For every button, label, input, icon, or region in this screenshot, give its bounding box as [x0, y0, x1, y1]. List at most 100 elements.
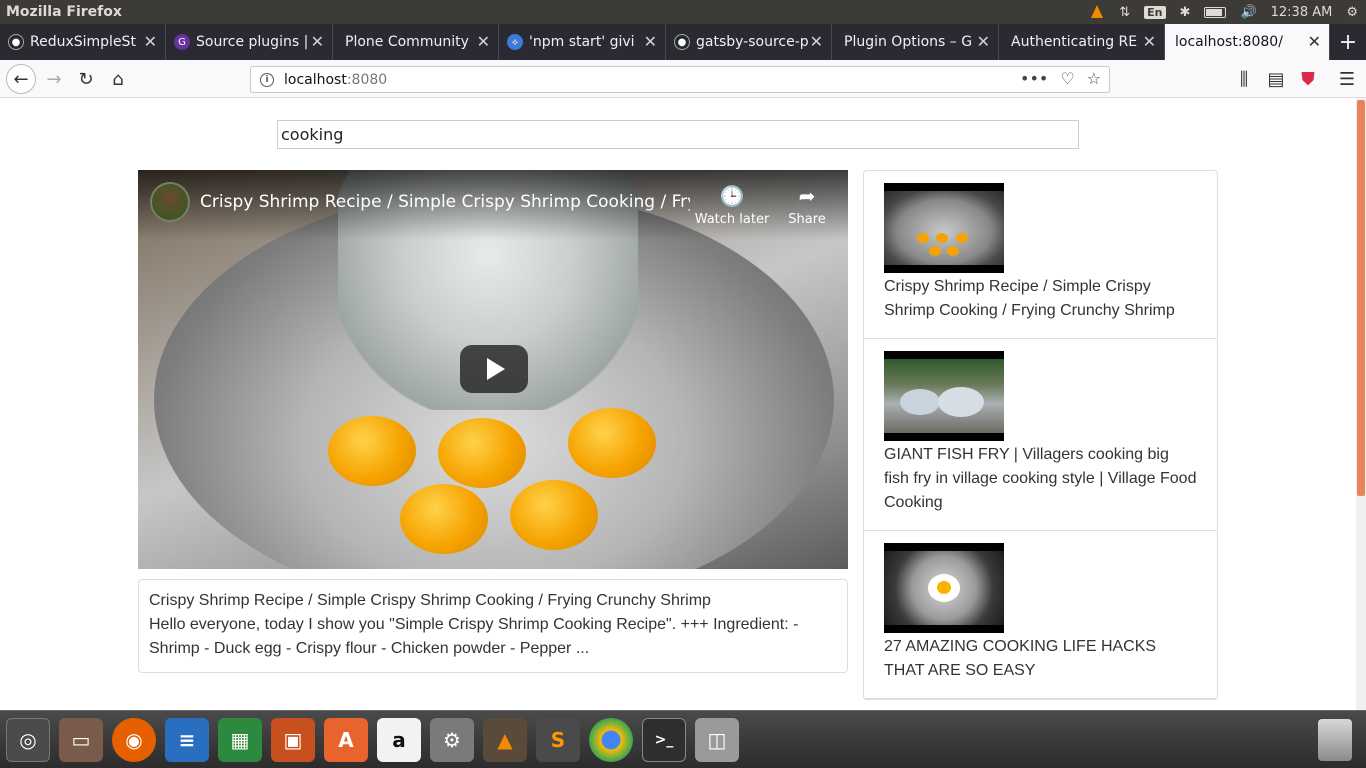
thumbnail-yolk [937, 581, 951, 594]
chrome-icon[interactable] [589, 718, 633, 762]
firefox-icon[interactable]: ◉ [112, 718, 156, 762]
files-icon[interactable]: ▭ [59, 718, 103, 762]
writer-icon[interactable]: ≡ [165, 718, 209, 762]
disk-icon[interactable]: ◫ [695, 718, 739, 762]
video-frame-yolk [328, 416, 416, 486]
url-port: :8080 [346, 71, 388, 88]
video-thumbnail[interactable] [884, 351, 1004, 441]
tab-label: Plugin Options – G [844, 34, 973, 50]
globe-icon: ⟡ [507, 34, 523, 50]
bookmark-star-icon[interactable]: ☆ [1087, 69, 1101, 88]
bluetooth-icon[interactable]: ✱ [1180, 5, 1191, 20]
reload-button[interactable]: ↻ [72, 65, 100, 93]
clock[interactable]: 12:38 AM [1271, 5, 1333, 20]
software-icon[interactable]: A [324, 718, 368, 762]
close-icon[interactable]: ✕ [977, 33, 990, 51]
ubuntu-icon[interactable]: ◎ [6, 718, 50, 762]
thumbnail-fish [900, 389, 940, 415]
scrollbar-thumb[interactable] [1357, 100, 1365, 496]
impress-icon[interactable]: ▣ [271, 718, 315, 762]
thumbnail-yolk [936, 233, 948, 243]
play-button[interactable] [460, 345, 528, 393]
close-icon[interactable]: ✕ [477, 33, 490, 51]
tab-label: Plone Community [345, 34, 469, 50]
terminal-icon[interactable]: >_ [642, 718, 686, 762]
tab-npm-start[interactable]: ⟡ 'npm start' givi ✕ [499, 24, 666, 60]
tab-gatsby-source[interactable]: ● gatsby-source-p ✕ [666, 24, 832, 60]
close-icon[interactable]: ✕ [644, 33, 657, 51]
watch-later-button[interactable]: 🕒 Watch later [694, 184, 770, 227]
video-thumbnail[interactable] [884, 183, 1004, 273]
thumbnail-yolk [956, 233, 968, 243]
amazon-icon[interactable]: a [377, 718, 421, 762]
navigation-toolbar: ← → ↻ ⌂ i localhost :8080 ••• ♡ ☆ ⫼ ▤ ⛊ … [0, 60, 1366, 98]
sidebar-icon[interactable]: ▤ [1262, 65, 1290, 93]
tab-strip: ● ReduxSimpleSt ✕ G Source plugins | ✕ P… [0, 24, 1366, 60]
url-bar[interactable]: i localhost :8080 ••• ♡ ☆ [250, 66, 1110, 93]
video-thumbnail[interactable] [884, 543, 1004, 633]
page-content: Crispy Shrimp Recipe / Simple Crispy Shr… [0, 98, 1356, 710]
thumbnail-yolk [929, 246, 941, 256]
settings-icon[interactable]: ⚙ [1346, 5, 1358, 20]
close-icon[interactable]: ✕ [1308, 33, 1321, 51]
play-icon [487, 358, 505, 380]
library-icon[interactable]: ⫼ [1230, 65, 1258, 93]
page-actions-icon[interactable]: ••• [1020, 69, 1048, 88]
video-list-item[interactable]: 27 AMAZING COOKING LIFE HACKS THAT ARE S… [864, 531, 1217, 699]
close-icon[interactable]: ✕ [810, 33, 823, 51]
thumbnail-image [884, 191, 1004, 265]
tab-authenticating[interactable]: Authenticating RE ✕ [999, 24, 1165, 60]
vlc-icon[interactable] [1089, 4, 1105, 20]
battery-icon[interactable] [1204, 6, 1227, 18]
video-frame-yolk [438, 418, 526, 488]
video-list-title[interactable]: Crispy Shrimp Recipe / Simple Crispy Shr… [884, 275, 1197, 323]
video-frame-yolk [568, 408, 656, 478]
home-button[interactable]: ⌂ [104, 65, 132, 93]
back-button[interactable]: ← [6, 64, 36, 94]
app-title: Mozilla Firefox [6, 4, 122, 20]
search-input[interactable] [277, 120, 1079, 149]
video-list-title[interactable]: 27 AMAZING COOKING LIFE HACKS THAT ARE S… [884, 635, 1197, 683]
trash-icon[interactable] [1318, 719, 1352, 761]
new-tab-button[interactable]: + [1330, 24, 1366, 60]
tab-label: Authenticating RE [1011, 34, 1138, 50]
pocket-icon[interactable]: ♡ [1060, 69, 1074, 88]
video-list: Crispy Shrimp Recipe / Simple Crispy Shr… [863, 170, 1218, 700]
tab-redux-simple-starter[interactable]: ● ReduxSimpleSt ✕ [0, 24, 166, 60]
video-list-item[interactable]: Crispy Shrimp Recipe / Simple Crispy Shr… [864, 171, 1217, 339]
network-icon[interactable]: ⇅ [1119, 5, 1130, 20]
volume-icon[interactable]: 🔊 [1240, 5, 1256, 20]
github-icon: ● [8, 34, 24, 50]
menu-icon[interactable]: ☰ [1333, 65, 1361, 93]
page-scrollbar[interactable] [1356, 98, 1366, 710]
thumbnail-fish [938, 387, 984, 417]
tab-localhost[interactable]: localhost:8080/ ✕ [1165, 24, 1330, 60]
tab-source-plugins[interactable]: G Source plugins | ✕ [166, 24, 333, 60]
tab-plone-community[interactable]: Plone Community ✕ [333, 24, 499, 60]
calc-icon[interactable]: ▦ [218, 718, 262, 762]
keyboard-layout[interactable]: En [1144, 5, 1166, 19]
video-player[interactable]: Crispy Shrimp Recipe / Simple Crispy Shr… [138, 170, 848, 569]
tab-label: localhost:8080/ [1175, 34, 1283, 50]
site-info-icon[interactable]: i [260, 72, 274, 87]
tab-plugin-options[interactable]: Plugin Options – G ✕ [832, 24, 999, 60]
video-title[interactable]: Crispy Shrimp Recipe / Simple Crispy Shr… [200, 192, 690, 212]
video-list-title[interactable]: GIANT FISH FRY | Villagers cooking big f… [884, 443, 1197, 515]
video-details-title: Crispy Shrimp Recipe / Simple Crispy Shr… [149, 592, 711, 609]
forward-button[interactable]: → [40, 65, 68, 93]
video-list-item[interactable]: GIANT FISH FRY | Villagers cooking big f… [864, 339, 1217, 531]
close-icon[interactable]: ✕ [144, 33, 157, 51]
share-button[interactable]: ➦ Share [784, 184, 830, 227]
video-details: Crispy Shrimp Recipe / Simple Crispy Shr… [138, 579, 848, 673]
ublock-icon[interactable]: ⛊ [1294, 65, 1322, 93]
share-icon: ➦ [798, 184, 816, 208]
sublime-icon[interactable]: S [536, 718, 580, 762]
channel-avatar[interactable] [150, 182, 190, 222]
launcher-dock: ◎ ▭ ◉ ≡ ▦ ▣ A a ⚙ ▲ S >_ ◫ [0, 710, 1366, 768]
system-top-bar: Mozilla Firefox ⇅ En ✱ 🔊 12:38 AM ⚙ [0, 0, 1366, 24]
close-icon[interactable]: ✕ [1143, 33, 1156, 51]
close-icon[interactable]: ✕ [311, 33, 324, 51]
github-icon: ● [674, 34, 690, 50]
vlc-icon[interactable]: ▲ [483, 718, 527, 762]
settings-icon[interactable]: ⚙ [430, 718, 474, 762]
